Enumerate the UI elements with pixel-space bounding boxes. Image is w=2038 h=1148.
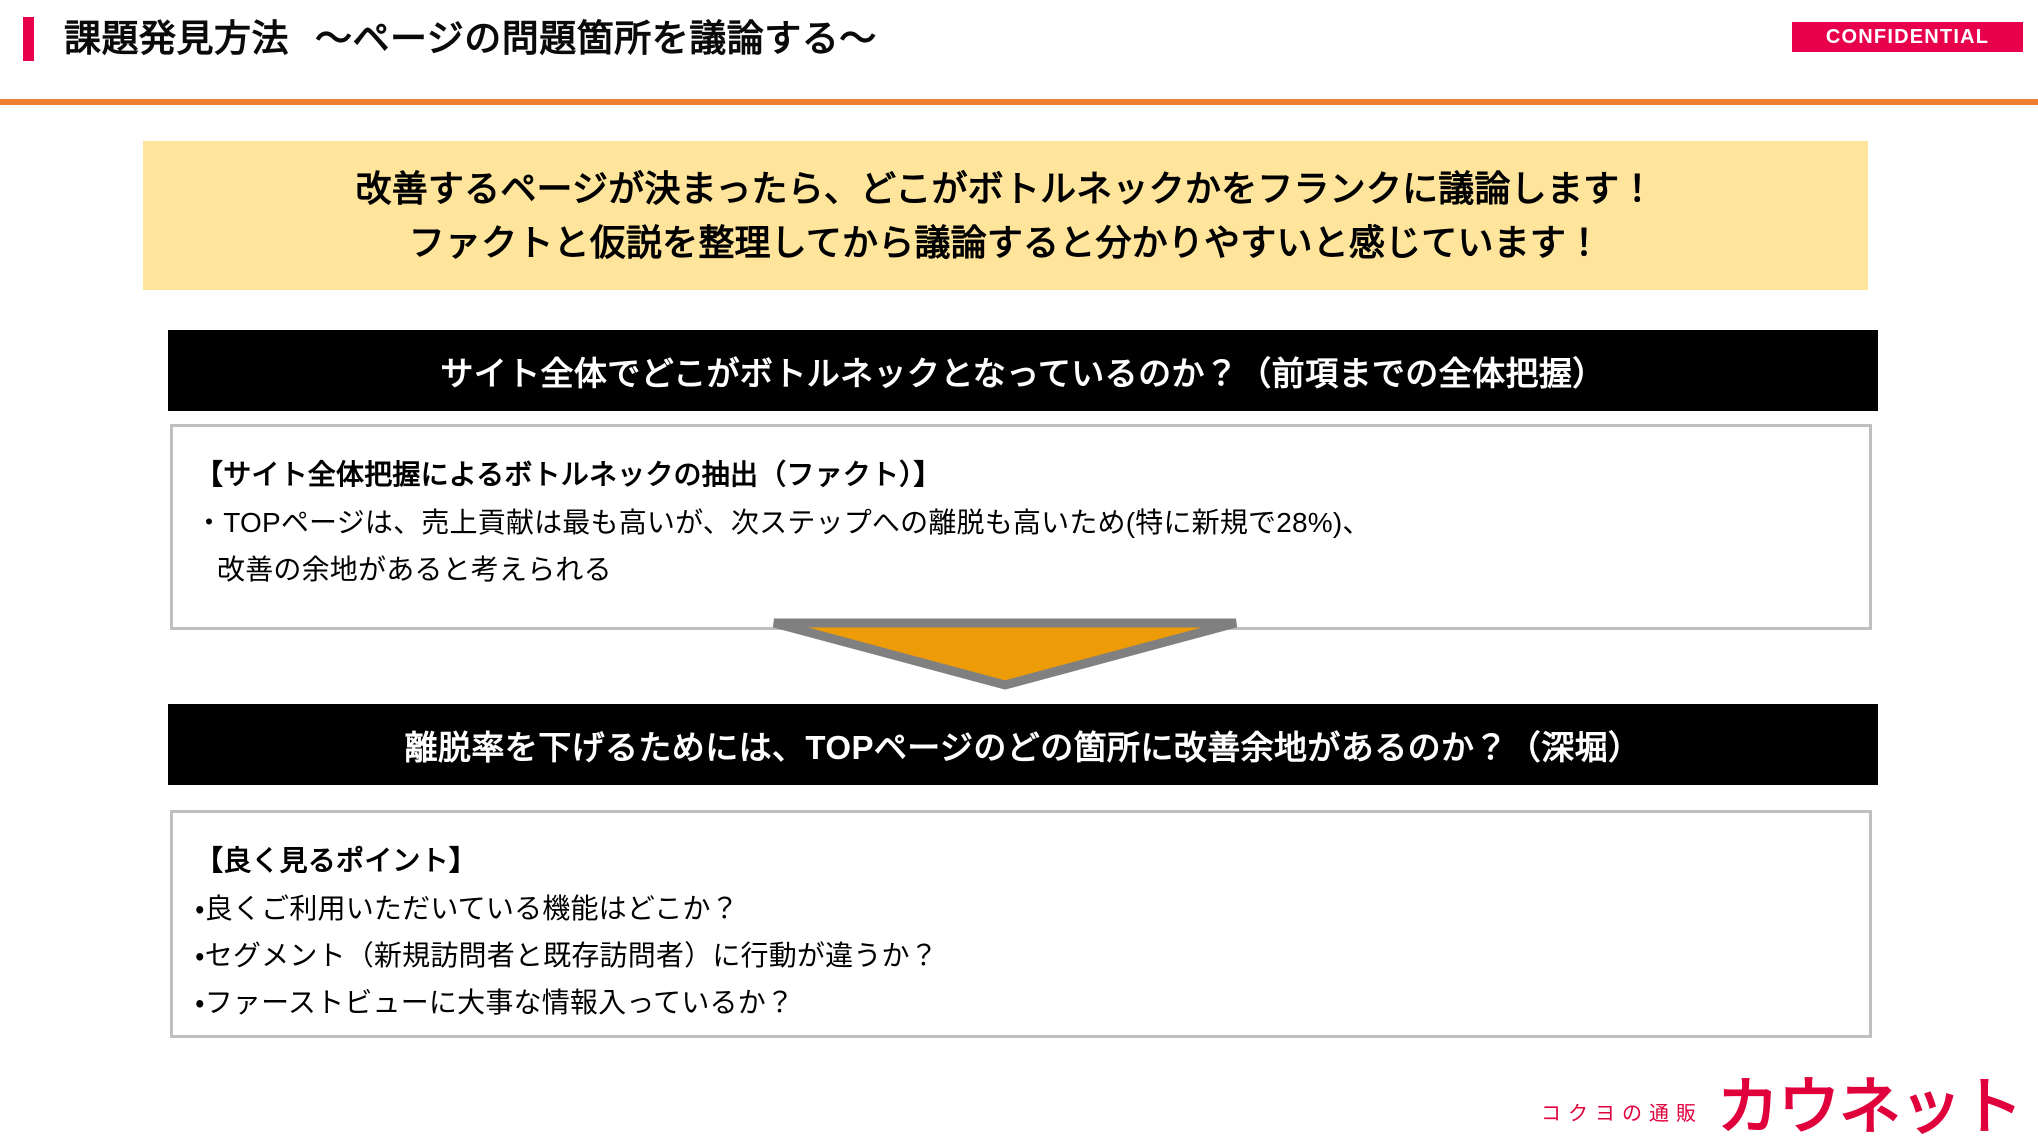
footer-logo: コクヨの通販 カウネット [1540,1073,2023,1142]
lead-callout-box: 改善するページが決まったら、どこがボトルネックかをフランクに議論します！ ファク… [143,141,1868,290]
down-arrow-icon [772,618,1238,690]
lead-line-1: 改善するページが決まったら、どこがボトルネックかをフランクに議論します！ [355,167,1656,209]
lead-line-2: ファクトと仮説を整理してから議論すると分かりやすいと感じています！ [408,221,1603,263]
content-box-1-line-1: ・TOPページは、売上貢献は最も高いが、次ステップへの離脱も高いため(特に新規で… [195,507,1371,538]
content-box-1: 【サイト全体把握によるボトルネックの抽出（ファクト）】 ・TOPページは、売上貢… [170,424,1872,630]
section-bar-1: サイト全体でどこがボトルネックとなっているのか？（前項までの全体把握） [168,330,1878,411]
content-box-1-body: 【サイト全体把握によるボトルネックの抽出（ファクト）】 ・TOPページは、売上貢… [173,427,1869,593]
page-title-subtitle: ～ページの問題箇所を議論する～ [315,18,877,59]
content-box-2-body: 【良く見るポイント】 ・良くご利用いただいている機能はどこか？ ・セグメント（新… [173,813,1869,1026]
header-divider [0,99,2038,105]
title-accent-bar [23,17,34,61]
section-bar-2: 離脱率を下げるためには、TOPページのどの箇所に改善余地があるのか？（深堀） [168,704,1878,785]
logo-tagline: コクヨの通販 [1540,1103,1703,1125]
content-box-1-line-2: 改善の余地があると考えられる [217,554,612,585]
content-box-2: 【良く見るポイント】 ・良くご利用いただいている機能はどこか？ ・セグメント（新… [170,810,1872,1038]
content-box-2-line-2: ・セグメント（新規訪問者と既存訪問者）に行動が違うか？ [195,940,938,971]
content-box-2-line-3: ・ファーストビューに大事な情報入っているか？ [195,987,795,1018]
status-badge-confidential: CONFIDENTIAL [1792,22,2023,52]
content-box-1-heading: 【サイト全体把握によるボトルネックの抽出（ファクト）】 [195,459,942,490]
content-box-2-heading: 【良く見るポイント】 [195,845,478,876]
slide-canvas: 課題発見方法 ～ページの問題箇所を議論する～ CONFIDENTIAL 改善するペ… [0,0,2038,1148]
page-title-main: 課題発見方法 [64,18,289,59]
content-box-2-line-1: ・良くご利用いただいている機能はどこか？ [195,893,739,924]
page-title: 課題発見方法 ～ページの問題箇所を議論する～ [64,14,877,64]
logo-wordmark: カウネット [1716,1073,2023,1142]
